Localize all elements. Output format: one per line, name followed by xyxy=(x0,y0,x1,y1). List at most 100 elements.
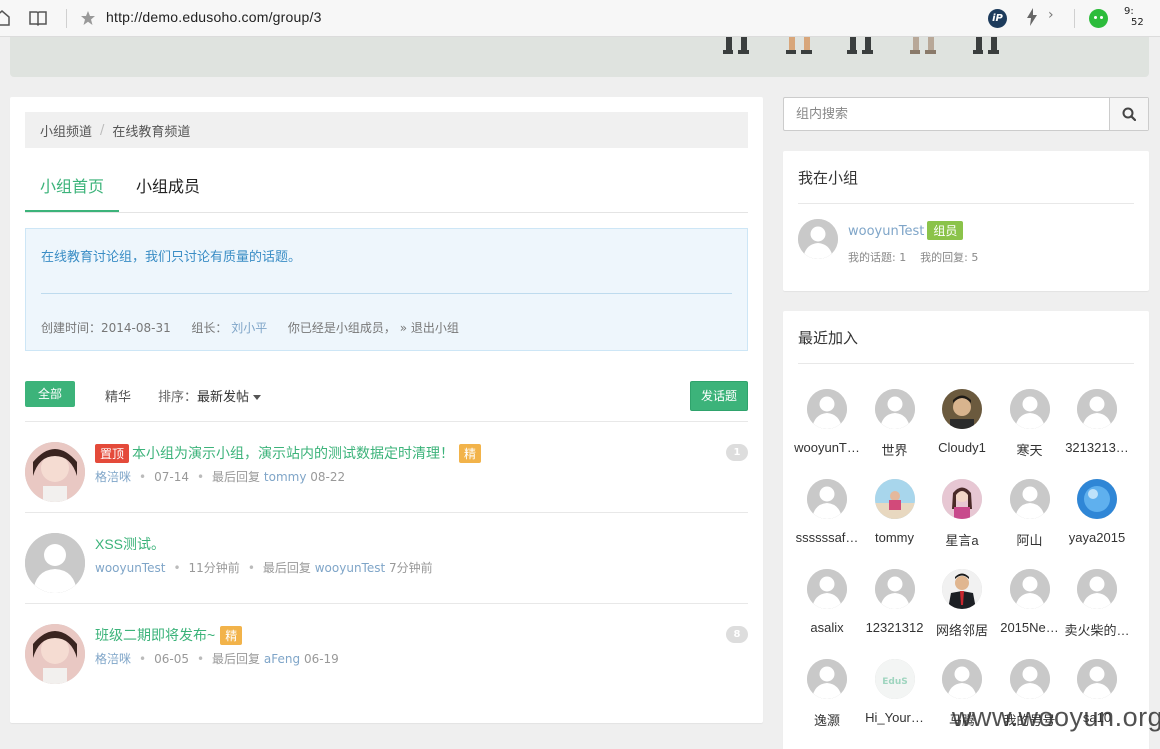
member-card[interactable]: 卖火柴的… xyxy=(1063,566,1131,646)
last-reply-user-link[interactable]: aFeng xyxy=(264,652,300,666)
leader-link[interactable]: 刘小平 xyxy=(231,321,267,335)
member-card[interactable]: 逸灏 xyxy=(793,656,861,736)
member-card[interactable]: yaya2015 xyxy=(1063,476,1131,556)
avatar[interactable]: EduS xyxy=(874,659,915,699)
thread-title-text[interactable]: 本小组为演示小组，演示站内的测试数据定时清理！ xyxy=(132,445,454,461)
member-card[interactable]: wooyunT… xyxy=(793,386,861,466)
member-card[interactable]: 3213213… xyxy=(1063,386,1131,466)
avatar[interactable] xyxy=(1009,479,1050,519)
tab-group-home[interactable]: 小组首页 xyxy=(25,169,119,212)
member-name[interactable]: 2015Ne… xyxy=(996,620,1064,635)
avatar[interactable] xyxy=(942,479,982,519)
member-name[interactable]: 星言a xyxy=(928,530,996,549)
avatar[interactable] xyxy=(942,389,982,429)
thread-title-text[interactable]: 班级二期即将发布~ xyxy=(95,627,215,643)
last-reply-user-link[interactable]: wooyunTest xyxy=(315,561,385,575)
lightning-icon[interactable] xyxy=(1026,8,1040,28)
new-topic-button[interactable]: 发话题 xyxy=(690,381,748,411)
author-avatar[interactable] xyxy=(25,624,85,684)
thread-title-text[interactable]: XSS测试。 xyxy=(95,536,165,552)
member-name[interactable]: 卖火柴的… xyxy=(1063,620,1131,639)
recent-members-panel: 最近加入 wooyunT… 世界 Cloudy1 寒天 3213213… ssssssaf… xyxy=(783,311,1149,749)
member-card[interactable]: 星言a xyxy=(928,476,996,556)
member-name[interactable]: 网络邻居 xyxy=(928,620,996,639)
author-avatar[interactable] xyxy=(25,442,85,502)
avatar[interactable] xyxy=(874,389,915,429)
divider xyxy=(1074,9,1075,28)
avatar[interactable] xyxy=(807,389,847,429)
member-card[interactable]: 寒天 xyxy=(996,386,1064,466)
avatar[interactable] xyxy=(874,479,915,519)
member-card[interactable]: 2015Ne… xyxy=(996,566,1064,646)
avatar[interactable] xyxy=(1009,569,1050,609)
author-link[interactable]: wooyunTest xyxy=(95,561,165,575)
member-card[interactable]: 网络邻居 xyxy=(928,566,996,646)
author-link[interactable]: 格涪咪 xyxy=(95,470,131,484)
avatar[interactable] xyxy=(798,219,838,259)
member-name[interactable]: ssssssaf… xyxy=(793,530,861,545)
avatar[interactable] xyxy=(807,569,847,609)
member-name[interactable]: 世界 xyxy=(861,440,929,459)
avatar[interactable] xyxy=(1009,659,1050,699)
avatar[interactable] xyxy=(942,569,982,609)
member-name[interactable]: yaya2015 xyxy=(1063,530,1131,545)
breadcrumb-item-group-channel[interactable]: 小组频道 xyxy=(40,121,92,140)
last-reply-label: 最后回复 xyxy=(212,652,261,666)
member-card[interactable]: 世界 xyxy=(861,386,929,466)
group-search-input[interactable] xyxy=(784,98,1110,130)
avatar[interactable] xyxy=(942,659,982,699)
thread-title[interactable]: XSS测试。 xyxy=(95,534,165,554)
quit-group-link[interactable]: » 退出小组 xyxy=(400,321,459,335)
chevron-right-icon[interactable]: › xyxy=(1048,7,1054,23)
author-avatar[interactable] xyxy=(25,533,85,593)
banner-figures-illustration xyxy=(723,37,999,54)
avatar[interactable] xyxy=(1077,479,1117,519)
thread-title[interactable]: 置顶 本小组为演示小组，演示站内的测试数据定时清理！ 精 xyxy=(95,443,482,463)
avatar[interactable] xyxy=(1077,389,1117,429)
member-name[interactable]: 3213213… xyxy=(1063,440,1131,455)
author-link[interactable]: 格涪咪 xyxy=(95,652,131,666)
member-name[interactable]: 逸灏 xyxy=(793,710,861,729)
avatar[interactable] xyxy=(807,659,847,699)
member-name[interactable]: 阿山 xyxy=(996,530,1064,549)
avatar[interactable] xyxy=(1009,389,1050,429)
member-name[interactable]: wooyunT… xyxy=(793,440,861,455)
member-card[interactable]: ssssssaf… xyxy=(793,476,861,556)
wechat-icon[interactable] xyxy=(1089,9,1108,28)
home-icon[interactable] xyxy=(0,9,10,27)
member-card[interactable]: 阿山 xyxy=(996,476,1064,556)
breadcrumb-item-current[interactable]: 在线教育频道 xyxy=(112,121,190,140)
member-name[interactable]: Cloudy1 xyxy=(928,440,996,455)
search-button[interactable] xyxy=(1109,98,1148,130)
avatar[interactable] xyxy=(1077,569,1117,609)
member-card[interactable]: 12321312 xyxy=(861,566,929,646)
member-name[interactable]: asalix xyxy=(793,620,861,635)
member-name[interactable]: Hi_Your… xyxy=(861,710,929,725)
reader-mode-icon[interactable] xyxy=(28,9,48,27)
thread-list: 置顶 本小组为演示小组，演示站内的测试数据定时清理！ 精 格涪咪 • 07-14 • 最后回… xyxy=(25,421,748,694)
ip-extension-icon[interactable]: iP xyxy=(988,9,1007,28)
member-card[interactable]: asalix xyxy=(793,566,861,646)
address-bar[interactable]: http://demo.edusoho.com/group/3 xyxy=(106,9,322,25)
member-card[interactable]: Cloudy1 xyxy=(928,386,996,466)
sort-label: 排序： xyxy=(158,390,198,405)
avatar[interactable] xyxy=(874,569,915,609)
reply-count-badge: 8 xyxy=(726,626,748,643)
sort-dropdown[interactable]: 排序：最新发帖 xyxy=(158,386,262,405)
member-name[interactable]: 寒天 xyxy=(996,440,1064,459)
avatar[interactable] xyxy=(1077,659,1117,699)
thread-title[interactable]: 班级二期即将发布~ 精 xyxy=(95,625,243,645)
my-username-link[interactable]: wooyunTest xyxy=(848,224,924,239)
tab-group-members[interactable]: 小组成员 xyxy=(136,169,200,212)
last-reply-user-link[interactable]: tommy xyxy=(264,470,307,484)
member-name[interactable]: tommy xyxy=(861,530,929,545)
avatar[interactable] xyxy=(807,479,847,519)
member-card[interactable]: EduS Hi_Your… xyxy=(861,656,929,736)
member-name[interactable]: 12321312 xyxy=(861,620,929,635)
my-username: wooyunTest 组员 xyxy=(848,221,964,240)
filter-featured-button[interactable]: 精华 xyxy=(105,386,131,405)
leader-label: 组长： xyxy=(191,321,228,335)
member-card[interactable]: tommy xyxy=(861,476,929,556)
filter-all-button[interactable]: 全部 xyxy=(25,381,75,407)
star-icon[interactable] xyxy=(79,9,97,27)
